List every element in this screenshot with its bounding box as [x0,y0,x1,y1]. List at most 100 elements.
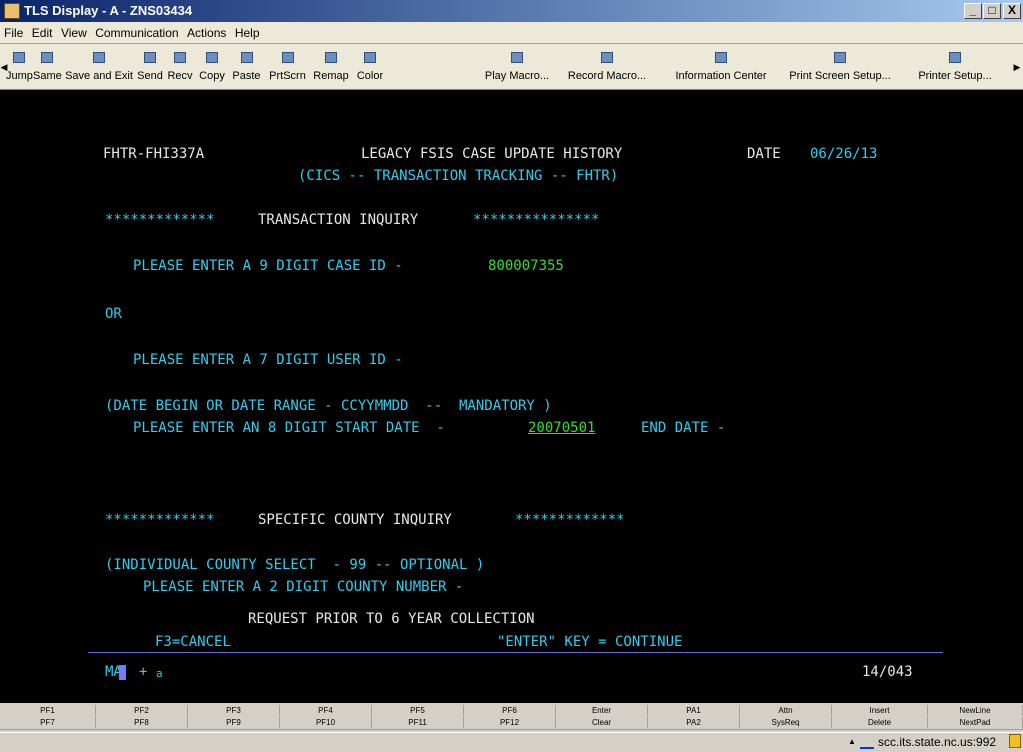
county-stars-left: ************* [105,512,215,528]
key-enter[interactable]: Enter [556,705,648,716]
toolbar-save-exit-button[interactable]: Save and Exit [63,46,135,88]
key-pf6[interactable]: PF6 [464,705,556,716]
oia-separator [88,652,943,653]
case-id-prompt: PLEASE ENTER A 9 DIGIT CASE ID - [133,258,403,274]
screen-title: LEGACY FSIS CASE UPDATE HISTORY [361,146,623,162]
network-icon [860,737,874,749]
toolbar-recv-button[interactable]: Recv [165,46,195,88]
key-pf8[interactable]: PF8 [96,717,188,728]
same-icon [41,52,53,63]
toolbar-play-macro-button[interactable]: Play Macro... [477,46,557,88]
paste-icon [240,52,253,63]
save-exit-icon [93,52,105,63]
enter-continue-label[interactable]: "ENTER" KEY = CONTINUE [497,634,682,650]
terminal-screen[interactable]: FHTR-FHI337A LEGACY FSIS CASE UPDATE HIS… [0,90,1023,703]
toolbar-record-macro-button[interactable]: Record Macro... [559,46,655,88]
up-arrow-icon[interactable]: ▲ [848,737,856,746]
key-newline[interactable]: NewLine [928,705,1023,716]
key-pf9[interactable]: PF9 [188,717,280,728]
menu-view[interactable]: View [57,22,87,40]
key-sysreq[interactable]: SysReq [740,717,832,728]
stars-right: *************** [473,212,600,228]
key-pf2[interactable]: PF2 [96,705,188,716]
remap-icon [325,52,337,63]
toolbar-scroll-right-icon[interactable]: ▶ [1013,58,1021,76]
printer-setup-icon [949,52,961,63]
maximize-button[interactable]: □ [983,3,1001,19]
county-inquiry-heading: SPECIFIC COUNTY INQUIRY [258,512,452,528]
toolbar-information-center-button[interactable]: Information Center [667,46,775,88]
host-address: scc.its.state.nc.us:992 [878,735,997,749]
screen-subtitle: (CICS -- TRANSACTION TRACKING -- FHTR) [298,168,619,184]
play-macro-icon [511,52,523,63]
request-prior-note: REQUEST PRIOR TO 6 YEAR COLLECTION [248,611,535,627]
oia-plus-indicator: + [139,664,148,680]
start-date-field[interactable]: 20070501 [528,420,595,436]
close-button[interactable]: X [1003,3,1021,19]
toolbar-copy-button[interactable]: Copy [196,46,228,88]
menu-file[interactable]: File [0,22,23,40]
toolbar-color-button[interactable]: Color [352,46,388,88]
case-id-field[interactable]: 800007355 [488,258,564,274]
user-id-prompt: PLEASE ENTER A 7 DIGIT USER ID - [133,352,403,368]
minimize-button[interactable]: _ [964,3,982,19]
key-attn[interactable]: Attn [740,705,832,716]
key-pa2[interactable]: PA2 [648,717,740,728]
record-macro-icon [601,52,613,63]
status-separator [0,732,1023,733]
county-select-note: (INDIVIDUAL COUNTY SELECT - 99 -- OPTION… [105,557,485,573]
key-pf11[interactable]: PF11 [372,717,464,728]
menu-help[interactable]: Help [231,22,260,40]
receive-icon [174,52,186,63]
color-icon [364,52,376,63]
key-pf5[interactable]: PF5 [372,705,464,716]
transaction-inquiry-heading: TRANSACTION INQUIRY [258,212,419,228]
key-pa1[interactable]: PA1 [648,705,740,716]
title-bar: TLS Display - A - ZNS03434 _ □ X [0,0,1023,22]
key-clear[interactable]: Clear [556,717,648,728]
lock-icon [1009,734,1021,748]
right-edge-marker-icon [1016,296,1023,308]
or-label: OR [105,306,122,322]
window-title: TLS Display - A - ZNS03434 [24,3,193,18]
date-value: 06/26/13 [810,146,878,162]
key-nextpad[interactable]: NextPad [928,717,1023,728]
info-center-icon [715,52,727,63]
app-icon[interactable] [4,3,20,19]
menu-communication[interactable]: Communication [91,22,178,40]
key-pf7[interactable]: PF7 [0,717,96,728]
key-delete[interactable]: Delete [832,717,928,728]
print-screen-icon [281,52,294,63]
toolbar-print-screen-setup-button[interactable]: Print Screen Setup... [780,46,900,88]
key-pf12[interactable]: PF12 [464,717,556,728]
key-pf10[interactable]: PF10 [280,717,372,728]
start-date-prompt: PLEASE ENTER AN 8 DIGIT START DATE - [133,420,445,436]
menu-actions[interactable]: Actions [183,22,226,40]
key-pf3[interactable]: PF3 [188,705,280,716]
toolbar-remap-button[interactable]: Remap [311,46,351,88]
screen-id: FHTR-FHI337A [103,146,205,162]
key-pf1[interactable]: PF1 [0,705,96,716]
send-icon [144,52,156,63]
pf-key-row-2: PF7 PF8 PF9 PF10 PF11 PF12 Clear PA2 Sys… [0,717,1023,728]
key-insert[interactable]: Insert [832,705,928,716]
cursor-position: 14/043 [862,664,913,680]
end-date-label: END DATE - [641,420,726,436]
toolbar-printer-setup-button[interactable]: Printer Setup... [903,46,1007,88]
toolbar-paste-button[interactable]: Paste [229,46,264,88]
county-stars-right: ************* [515,512,625,528]
pf-key-row-1: PF1 PF2 PF3 PF4 PF5 PF6 Enter PA1 Attn I… [0,705,1023,716]
menu-bar: File Edit View Communication Actions Hel… [0,22,1023,44]
toolbar-jump-button[interactable]: Jump [6,46,33,88]
toolbar-same-button[interactable]: Same [33,46,62,88]
jump-icon [13,52,25,63]
menu-edit[interactable]: Edit [28,22,53,40]
key-pf4[interactable]: PF4 [280,705,372,716]
f3-cancel-label[interactable]: F3=CANCEL [155,634,231,650]
print-setup-icon [834,52,846,63]
copy-icon [206,52,218,63]
date-label: DATE [747,146,781,162]
toolbar-prtscrn-button[interactable]: PrtScrn [265,46,310,88]
toolbar-send-button[interactable]: Send [136,46,164,88]
status-bar: ▲ scc.its.state.nc.us:992 [0,729,1023,752]
